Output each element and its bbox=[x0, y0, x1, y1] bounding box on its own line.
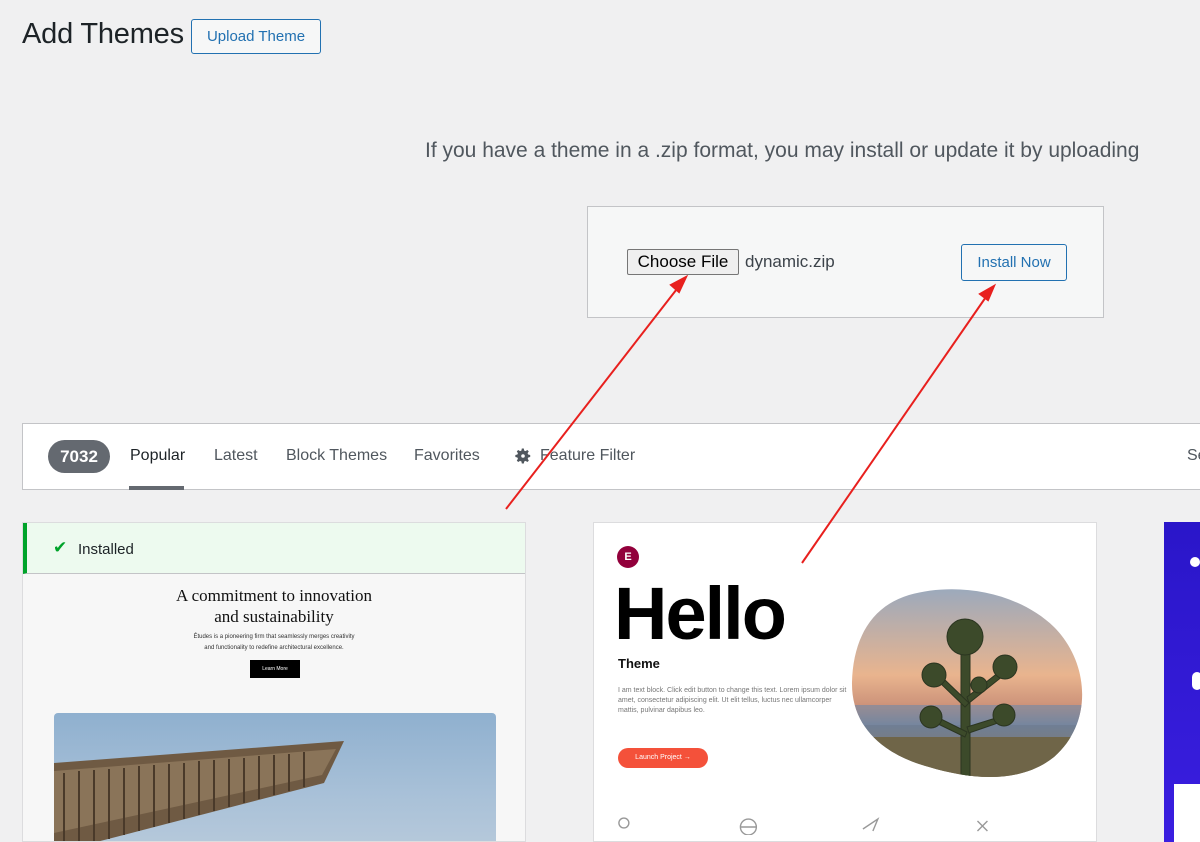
preview-title: Hello bbox=[614, 572, 787, 655]
preview-body-text: I am text block. Click edit button to ch… bbox=[618, 687, 847, 714]
preview-subtitle: Theme bbox=[618, 656, 660, 671]
preview-content-block bbox=[1174, 784, 1200, 842]
preview-heading: A commitment to innovation and sustainab… bbox=[23, 585, 525, 627]
preview-subtext: Études is a pioneering firm that seamles… bbox=[23, 632, 525, 654]
theme-card-hello[interactable]: E Hello Theme I am text block. Click edi… bbox=[593, 522, 1097, 842]
preview-launch-button: Launch Project → bbox=[618, 748, 708, 768]
preview-decoration bbox=[1192, 672, 1200, 690]
upload-help-text: If you have a theme in a .zip format, yo… bbox=[425, 139, 1140, 162]
preview-decoration bbox=[1190, 557, 1200, 567]
checkmark-icon: ✔ bbox=[53, 538, 68, 557]
tab-favorites[interactable]: Favorites bbox=[414, 447, 480, 465]
install-now-button[interactable]: Install Now bbox=[961, 244, 1067, 281]
active-tab-indicator bbox=[129, 486, 184, 490]
preview-architecture-image bbox=[54, 713, 496, 841]
selected-file-name: dynamic.zip bbox=[745, 252, 835, 271]
preview-cactus-image bbox=[851, 589, 1083, 778]
search-label: Se bbox=[1187, 447, 1200, 464]
tab-popular[interactable]: Popular bbox=[130, 447, 185, 465]
installed-notice: ✔ Installed bbox=[23, 523, 525, 574]
upload-theme-button[interactable]: Upload Theme bbox=[191, 19, 321, 54]
elementor-logo-icon: E bbox=[617, 546, 639, 568]
preview-subtext-line: and functionality to redefine architectu… bbox=[204, 645, 344, 651]
preview-feature-icons bbox=[618, 817, 988, 835]
gear-icon[interactable] bbox=[514, 447, 532, 465]
tab-block-themes[interactable]: Block Themes bbox=[286, 447, 387, 465]
theme-count-badge: 7032 bbox=[48, 440, 110, 473]
preview-learn-more-button: Learn More bbox=[250, 660, 300, 678]
preview-subtext-line: Études is a pioneering firm that seamles… bbox=[193, 634, 355, 640]
preview-heading-line: A commitment to innovation bbox=[176, 586, 372, 605]
feature-filter-link[interactable]: Feature Filter bbox=[540, 447, 635, 465]
theme-card-partial[interactable] bbox=[1164, 522, 1200, 842]
installed-label: Installed bbox=[78, 541, 134, 558]
page-title: Add Themes bbox=[22, 18, 184, 50]
tab-latest[interactable]: Latest bbox=[214, 447, 258, 465]
preview-heading-line: and sustainability bbox=[214, 607, 334, 626]
choose-file-button[interactable]: Choose File bbox=[627, 249, 739, 275]
theme-card-etudes[interactable]: ✔ Installed A commitment to innovation a… bbox=[22, 522, 526, 842]
